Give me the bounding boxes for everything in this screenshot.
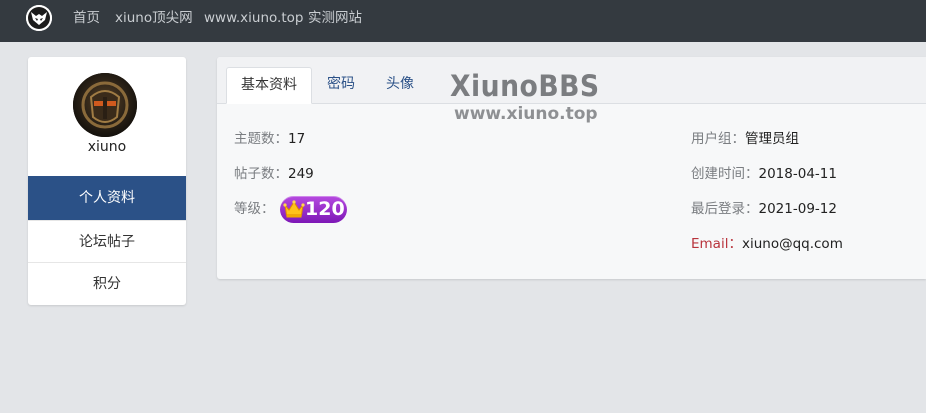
last-login-value: 2021-09-12 [758,201,837,217]
email-row: Email：xiuno@qq.com [691,234,843,254]
posts-value: 249 [288,166,314,182]
profile-main-card: 基本资料 密码 头像 XiunoBBS www.xiuno.top 主题数：17… [217,57,926,279]
level-row: 等级： [234,199,275,219]
level-label: 等级： [234,201,275,217]
level-badge: 120 [280,196,347,223]
user-group-label: 用户组： [691,131,745,147]
email-label: Email： [691,236,742,252]
nav-link-xiuno-top[interactable]: xiuno顶尖网 [115,8,193,28]
profile-sidebar: xiuno 个人资料 论坛帖子 积分 [28,57,186,305]
sidebar-item-posts[interactable]: 论坛帖子 [28,220,186,263]
sidebar-item-credits[interactable]: 积分 [28,262,186,305]
nav-link-test-site[interactable]: 实测网站 [308,8,362,28]
threads-label: 主题数： [234,131,288,147]
tab-password[interactable]: 密码 [326,67,356,104]
user-group-row: 用户组：管理员组 [691,129,799,149]
nav-link-home[interactable]: 首页 [73,8,100,28]
sidebar-item-profile[interactable]: 个人资料 [28,176,186,220]
last-login-row: 最后登录：2021-09-12 [691,199,837,219]
created-label: 创建时间： [691,166,759,182]
avatar [73,73,137,137]
last-login-label: 最后登录： [691,201,759,217]
nav-link-site-url[interactable]: www.xiuno.top [204,8,303,28]
posts-label: 帖子数： [234,166,288,182]
threads-row: 主题数：17 [234,129,305,149]
level-value: 120 [305,198,345,220]
threads-value: 17 [288,131,306,147]
top-navbar: 首页 xiuno顶尖网 www.xiuno.top 实测网站 [0,0,926,42]
xiuno-logo-icon[interactable] [26,5,52,31]
watermark-title: XiunoBBS [450,69,600,103]
user-group-value: 管理员组 [745,131,799,147]
tab-avatar[interactable]: 头像 [384,67,416,104]
created-value: 2018-04-11 [758,166,837,182]
username: xiuno [87,139,127,155]
created-row: 创建时间：2018-04-11 [691,164,837,184]
crown-icon [283,200,305,218]
watermark-url: www.xiuno.top [454,104,598,124]
email-value: xiuno@qq.com [741,236,843,252]
posts-row: 帖子数：249 [234,164,314,184]
tab-basic-info[interactable]: 基本资料 [226,67,312,104]
